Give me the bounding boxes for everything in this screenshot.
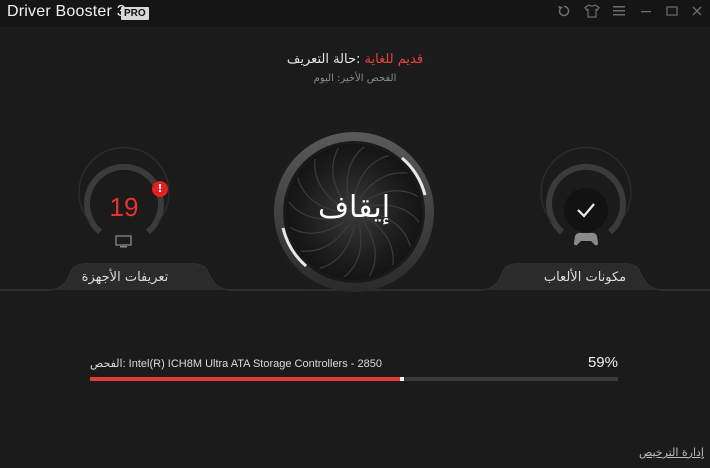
game-components-gauge[interactable] xyxy=(540,147,632,235)
manage-license-link[interactable]: إدارة الترخيص xyxy=(639,446,704,459)
scan-percent: 59% xyxy=(587,354,618,371)
scan-progress-bar xyxy=(90,377,618,381)
scan-current-item: الفحص: Intel(R) ICH8M Ultra ATA Storage … xyxy=(90,358,382,370)
stop-button[interactable]: إيقاف xyxy=(274,190,434,225)
monitor-icon xyxy=(115,235,132,248)
game-components-label: مكونات الألعاب xyxy=(543,270,627,285)
outdated-count: 19 xyxy=(109,192,139,222)
scan-progress-fill xyxy=(90,377,402,381)
scan-progress-tip xyxy=(400,377,404,381)
gamepad-icon xyxy=(574,232,598,246)
dashboard-graphics xyxy=(0,117,710,307)
device-drivers-label: تعريفات الأجهزة xyxy=(81,270,169,285)
alert-icon: ! xyxy=(152,181,168,197)
